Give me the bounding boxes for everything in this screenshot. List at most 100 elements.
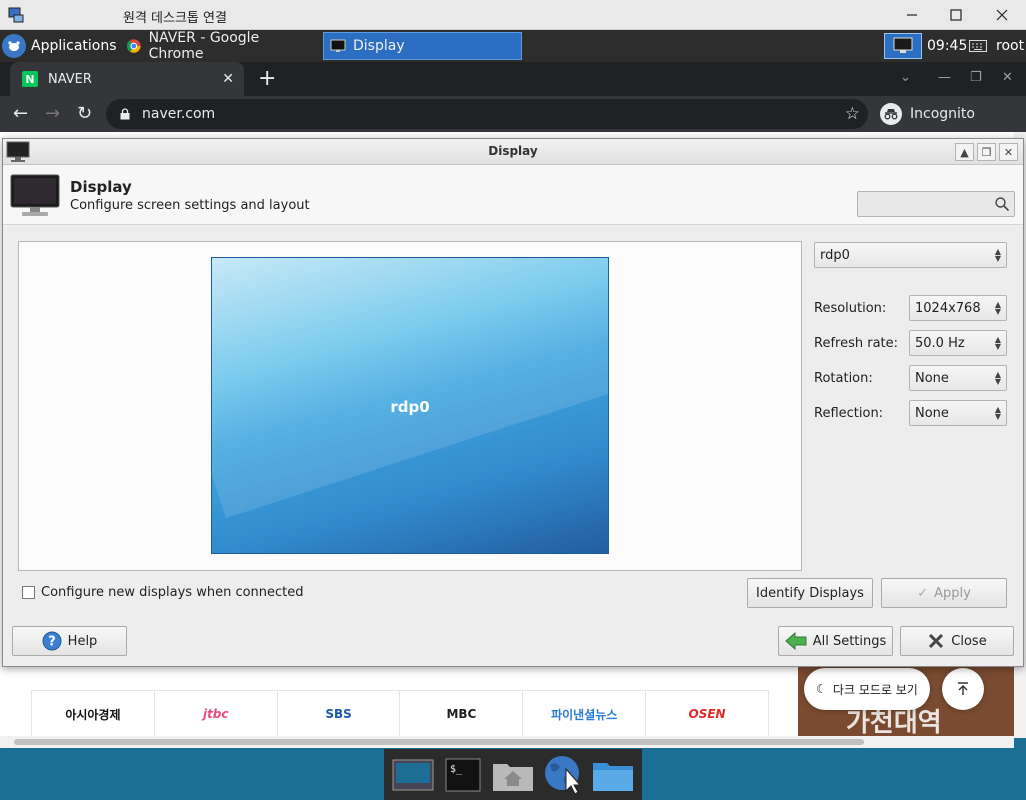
apply-button[interactable]: ✓ Apply <box>881 578 1007 608</box>
display-icon <box>10 174 60 216</box>
close-label: Close <box>951 633 987 649</box>
tab-close-icon[interactable]: ✕ <box>222 71 234 87</box>
taskbar-item-chrome[interactable]: NAVER - Google Chrome <box>120 30 320 62</box>
lock-icon <box>120 108 130 120</box>
incognito-label: Incognito <box>910 106 975 122</box>
restore-icon[interactable]: ❐ <box>977 143 996 161</box>
minimize-icon[interactable] <box>902 5 922 25</box>
chrome-minimize-icon[interactable]: — <box>938 70 951 85</box>
resolution-select[interactable]: 1024x768 ▲ ▼ <box>909 295 1007 321</box>
scrollbar-thumb[interactable] <box>14 739 864 745</box>
clock[interactable]: 09:45 <box>927 38 967 54</box>
refresh-rate-select[interactable]: 50.0 Hz ▲ ▼ <box>909 330 1007 356</box>
press-logo[interactable]: 파이낸셜뉴스 <box>523 691 647 737</box>
back-icon[interactable]: ← <box>13 103 28 124</box>
tab-title: NAVER <box>48 71 92 87</box>
rotation-value: None <box>915 370 949 386</box>
reflection-value: None <box>915 405 949 421</box>
press-logo[interactable]: OSEN <box>646 691 768 737</box>
display-layout-canvas[interactable]: rdp0 <box>18 241 802 571</box>
svg-text:?: ? <box>48 635 56 650</box>
press-logo[interactable]: jtbc <box>155 691 278 737</box>
dialog-title: Display <box>488 144 538 158</box>
search-input[interactable] <box>857 191 1015 217</box>
incognito-indicator[interactable]: Incognito <box>880 99 975 129</box>
resolution-value: 1024x768 <box>915 300 981 316</box>
configure-new-displays-checkbox[interactable] <box>22 586 35 599</box>
chrome-icon <box>126 39 141 53</box>
terminal-icon[interactable]: $_ <box>441 755 485 795</box>
help-button[interactable]: ? Help <box>12 626 127 656</box>
display-preview-label: rdp0 <box>390 398 430 416</box>
spinner-arrows-icon: ▲ ▼ <box>994 405 1001 421</box>
reflection-label: Reflection: <box>814 406 884 421</box>
press-logo[interactable]: MBC <box>400 691 524 737</box>
output-select-value: rdp0 <box>820 247 850 263</box>
chrome-toolbar: ← → ↻ naver.com ☆ Incognito <box>0 96 1026 132</box>
applications-label: Applications <box>31 38 117 54</box>
show-desktop-icon[interactable] <box>391 755 435 795</box>
taskbar-item-label: Display <box>353 38 405 54</box>
reflection-select[interactable]: None ▲ ▼ <box>909 400 1007 426</box>
taskbar-item-display[interactable]: Display <box>323 32 522 60</box>
close-x-icon <box>929 633 944 649</box>
url-text: naver.com <box>142 106 216 122</box>
refresh-rate-label: Refresh rate: <box>814 336 899 351</box>
identify-displays-button[interactable]: Identify Displays <box>747 578 873 608</box>
address-bar[interactable]: naver.com ☆ <box>106 99 868 129</box>
forward-icon[interactable]: → <box>45 103 60 124</box>
keyboard-icon[interactable] <box>969 40 987 52</box>
new-tab-icon[interactable]: + <box>258 66 276 91</box>
reload-icon[interactable]: ↻ <box>77 103 92 124</box>
output-select[interactable]: rdp0 ▲ ▼ <box>814 242 1007 268</box>
horizontal-scrollbar[interactable] <box>0 736 1014 748</box>
home-folder-icon[interactable] <box>491 755 535 795</box>
tab-naver[interactable]: N NAVER ✕ <box>10 62 244 96</box>
display-tray-icon[interactable] <box>884 33 922 59</box>
close-icon[interactable] <box>992 5 1012 25</box>
chrome-restore-icon[interactable]: ❐ <box>970 70 982 85</box>
shade-icon[interactable]: ▲ <box>955 143 974 161</box>
close-button[interactable]: Close <box>900 626 1014 656</box>
xfce-mouse-icon <box>2 34 26 58</box>
all-settings-button[interactable]: All Settings <box>778 626 893 656</box>
files-folder-icon[interactable] <box>591 755 635 795</box>
apply-label: Apply <box>934 585 971 601</box>
chrome-close-icon[interactable]: ✕ <box>1002 70 1013 85</box>
dark-mode-label: 다크 모드로 보기 <box>832 682 918 697</box>
dialog-close-icon[interactable]: ✕ <box>999 143 1018 161</box>
press-logo[interactable]: 아시아경제 <box>32 691 155 737</box>
identify-displays-label: Identify Displays <box>756 585 864 601</box>
display-preview-rdp0[interactable]: rdp0 <box>211 257 609 554</box>
applications-menu-button[interactable]: Applications <box>2 32 125 60</box>
rotation-select[interactable]: None ▲ ▼ <box>909 365 1007 391</box>
chrome-tab-strip: N NAVER ✕ + ⌄ — ❐ ✕ <box>0 62 1026 96</box>
tab-search-icon[interactable]: ⌄ <box>900 70 911 85</box>
dialog-titlebar[interactable]: Display ▲ ❐ ✕ <box>3 139 1023 165</box>
dock: $_ <box>384 749 642 800</box>
header-subtitle: Configure screen settings and layout <box>70 198 310 213</box>
dark-mode-button[interactable]: ☾ 다크 모드로 보기 <box>804 668 930 710</box>
web-browser-icon[interactable] <box>541 755 585 795</box>
rdp-window-title: 원격 데스크톱 연결 <box>123 11 227 26</box>
monitor-icon <box>330 39 346 52</box>
rdp-titlebar: 원격 데스크톱 연결 <box>0 0 1026 30</box>
svg-text:$_: $_ <box>450 764 463 775</box>
help-label: Help <box>67 633 98 649</box>
scroll-to-top-button[interactable] <box>942 668 984 710</box>
back-arrow-icon <box>784 632 807 650</box>
bookmark-star-icon[interactable]: ☆ <box>845 104 860 124</box>
all-settings-label: All Settings <box>812 633 887 649</box>
screen-shine <box>212 258 608 519</box>
configure-new-displays-label[interactable]: Configure new displays when connected <box>41 585 304 600</box>
top-panel: Applications NAVER - Google Chrome Displ… <box>0 30 1026 62</box>
press-logo[interactable]: SBS <box>278 691 401 737</box>
spinner-arrows-icon: ▲ ▼ <box>994 370 1001 386</box>
resolution-label: Resolution: <box>814 301 887 316</box>
user-menu[interactable]: root <box>996 38 1024 54</box>
display-dialog: Display ▲ ❐ ✕ Display Configure screen s… <box>2 138 1024 667</box>
maximize-icon[interactable] <box>946 5 966 25</box>
rotation-label: Rotation: <box>814 371 873 386</box>
spinner-arrows-icon: ▲ ▼ <box>994 247 1001 263</box>
help-icon: ? <box>42 631 62 651</box>
